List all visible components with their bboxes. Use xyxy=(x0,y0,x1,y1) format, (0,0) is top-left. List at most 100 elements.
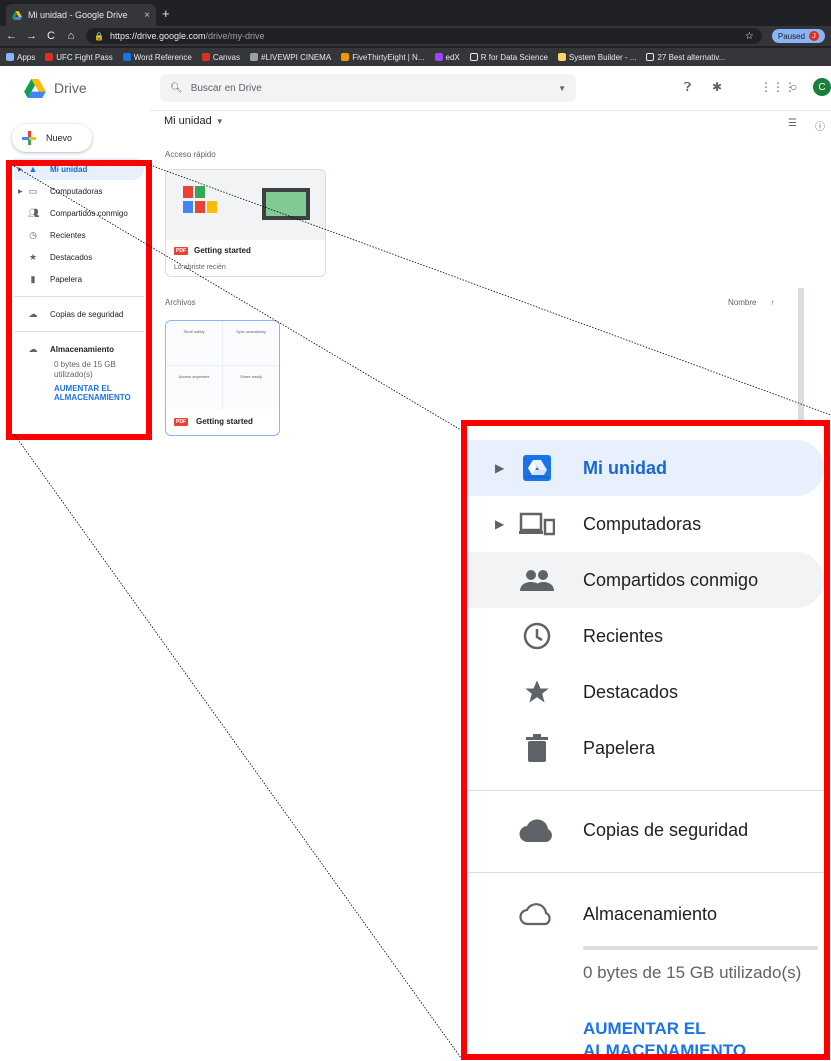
arrow-up-icon: ↑ xyxy=(770,298,775,307)
home-icon[interactable]: ⌂ xyxy=(66,30,76,42)
help-icon[interactable]: ❓︎ xyxy=(684,80,691,95)
bookmark-system-builder[interactable]: System Builder - ... xyxy=(557,53,636,62)
bookmark-canvas[interactable]: Canvas xyxy=(201,53,240,62)
thumb-cell: Share easily xyxy=(223,365,279,409)
drive-favicon-icon xyxy=(12,10,22,20)
sort-control[interactable]: Nombre ↑ xyxy=(728,298,774,307)
thumb-cell: Sync seamlessly xyxy=(223,321,279,365)
sidebar-divider xyxy=(467,790,824,791)
quick-access-card[interactable]: PDF Getting started Lo abriste recién xyxy=(165,169,326,277)
sidebar-item-recientes[interactable]: Recientes xyxy=(467,608,824,664)
address-bar[interactable]: 🔒 https://drive.google.com /drive/my-dri… xyxy=(86,28,762,44)
quick-access-heading: Acceso rápido xyxy=(165,150,216,159)
upgrade-storage-link[interactable]: AUMENTAR EL ALMACENAMIENTO xyxy=(583,1018,813,1054)
wordreference-icon xyxy=(122,53,131,61)
sidebar-item-mi-unidad[interactable]: ▶ Mi unidad xyxy=(467,440,824,496)
paused-label: Paused xyxy=(777,31,805,41)
sidebar-item-label: Destacados xyxy=(583,681,679,702)
sidebar-item-compartidos[interactable]: Compartidos conmigo xyxy=(467,552,824,608)
sidebar-item-computadoras[interactable]: ▶ Computadoras xyxy=(467,496,824,552)
bookmark-ufc[interactable]: UFC Fight Pass xyxy=(45,53,113,62)
drive-logo-icon xyxy=(24,78,46,98)
apps-grid-icon xyxy=(6,53,14,61)
search-options-icon[interactable]: ▼ xyxy=(558,84,566,93)
bookmark-livewpi[interactable]: #LIVEWPI CINEMA xyxy=(249,53,331,62)
ufc-icon xyxy=(45,53,54,61)
sidebar-item-destacados[interactable]: Destacados xyxy=(467,664,824,720)
new-button[interactable]: Nuevo xyxy=(12,124,92,152)
drive-logo[interactable]: Drive xyxy=(24,78,154,98)
livewpi-icon xyxy=(249,53,258,61)
new-tab-button[interactable]: + xyxy=(162,6,170,21)
drive-logo-text: Drive xyxy=(54,80,87,96)
trash-icon xyxy=(515,734,559,762)
edx-icon xyxy=(434,53,443,61)
bookmark-wordreference[interactable]: Word Reference xyxy=(122,53,192,62)
card-title: PDF Getting started xyxy=(174,246,251,255)
thumbnail-art xyxy=(183,186,310,220)
sidebar-item-storage[interactable]: Almacenamiento xyxy=(467,886,824,942)
cloud-outline-icon xyxy=(515,902,559,926)
header-divider xyxy=(150,110,831,111)
thumb-cell: Store safely xyxy=(166,321,222,365)
tab-title: Mi unidad - Google Drive xyxy=(28,10,128,20)
browser-tab[interactable]: Mi unidad - Google Drive × xyxy=(6,4,156,26)
list-view-icon[interactable]: ☰ xyxy=(788,118,797,129)
file-thumbnail: Store safely Sync seamlessly Access anyw… xyxy=(166,321,279,409)
forward-icon[interactable]: → xyxy=(26,30,37,42)
lock-icon: 🔒 xyxy=(94,31,104,41)
highlight-box xyxy=(6,160,152,440)
breadcrumb[interactable]: Mi unidad ▼ xyxy=(164,115,224,127)
notifications-icon[interactable]: ○ xyxy=(790,80,797,94)
navigation-bar: ← → C ⌂ 🔒 https://drive.google.com /driv… xyxy=(0,26,831,46)
profile-paused-button[interactable]: Paused J xyxy=(771,29,825,43)
chevron-down-icon: ▼ xyxy=(215,117,224,126)
profile-avatar: J xyxy=(809,31,819,41)
star-icon xyxy=(515,678,559,706)
zoomed-sidebar: ▶ Mi unidad ▶ Computadoras Compartidos c… xyxy=(461,420,830,1060)
search-placeholder: Buscar en Drive xyxy=(190,82,262,94)
search-input[interactable]: 🔍︎ Buscar en Drive ▼ xyxy=(160,74,576,102)
tab-close-icon[interactable]: × xyxy=(144,10,150,21)
fivethirtyeight-icon xyxy=(341,53,350,61)
bookmark-fivethirtyeight[interactable]: FiveThirtyEight | N... xyxy=(341,53,425,62)
new-button-label: Nuevo xyxy=(46,133,73,143)
cloud-filled-icon xyxy=(515,818,559,842)
bookmarks-bar: Apps UFC Fight Pass Word Reference Canva… xyxy=(0,48,831,66)
card-subtitle: Lo abriste recién xyxy=(174,264,226,271)
expand-arrow-icon[interactable]: ▶ xyxy=(495,517,504,531)
sidebar-item-papelera[interactable]: Papelera xyxy=(467,720,824,776)
file-title: PDF Getting started xyxy=(174,417,253,426)
settings-gear-icon[interactable]: ✱ xyxy=(712,80,722,94)
expand-arrow-icon[interactable]: ▶ xyxy=(495,461,504,475)
browser-chrome: Mi unidad - Google Drive × + ← → C ⌂ 🔒 h… xyxy=(0,0,831,66)
bookmark-edx[interactable]: edX xyxy=(434,53,460,62)
thumb-cell: Access anywhere xyxy=(166,365,222,409)
files-heading: Archivos xyxy=(165,298,196,307)
pdf-icon: PDF xyxy=(174,417,188,426)
reload-icon[interactable]: C xyxy=(46,30,56,42)
bookmark-r4ds[interactable]: R for Data Science xyxy=(469,53,548,62)
sidebar-item-label: Compartidos conmigo xyxy=(583,569,759,590)
sort-label: Nombre xyxy=(728,298,757,307)
search-icon: 🔍︎ xyxy=(170,82,183,94)
account-avatar[interactable]: C xyxy=(813,78,831,96)
plus-icon xyxy=(22,131,36,145)
info-icon[interactable]: ⓘ xyxy=(815,118,825,133)
file-card[interactable]: Store safely Sync seamlessly Access anyw… xyxy=(165,320,280,436)
sidebar-item-backups[interactable]: Copias de seguridad xyxy=(467,802,824,858)
clock-icon xyxy=(515,622,559,650)
drive-icon xyxy=(515,454,559,482)
bookmark-alternatives[interactable]: 27 Best alternativ... xyxy=(646,53,725,62)
sidebar-divider xyxy=(467,872,824,873)
scrollbar[interactable] xyxy=(798,288,804,438)
url-host: https://drive.google.com xyxy=(109,31,206,41)
bookmark-star-icon[interactable]: ☆ xyxy=(745,31,754,42)
sidebar-item-label: Computadoras xyxy=(583,513,702,534)
back-icon[interactable]: ← xyxy=(6,30,17,42)
sidebar-item-label: Copias de seguridad xyxy=(583,819,749,840)
storage-progress-bar xyxy=(583,946,818,950)
computer-icon xyxy=(515,512,559,536)
bookmark-apps[interactable]: Apps xyxy=(6,53,35,62)
sidebar-item-label: Papelera xyxy=(583,737,656,758)
